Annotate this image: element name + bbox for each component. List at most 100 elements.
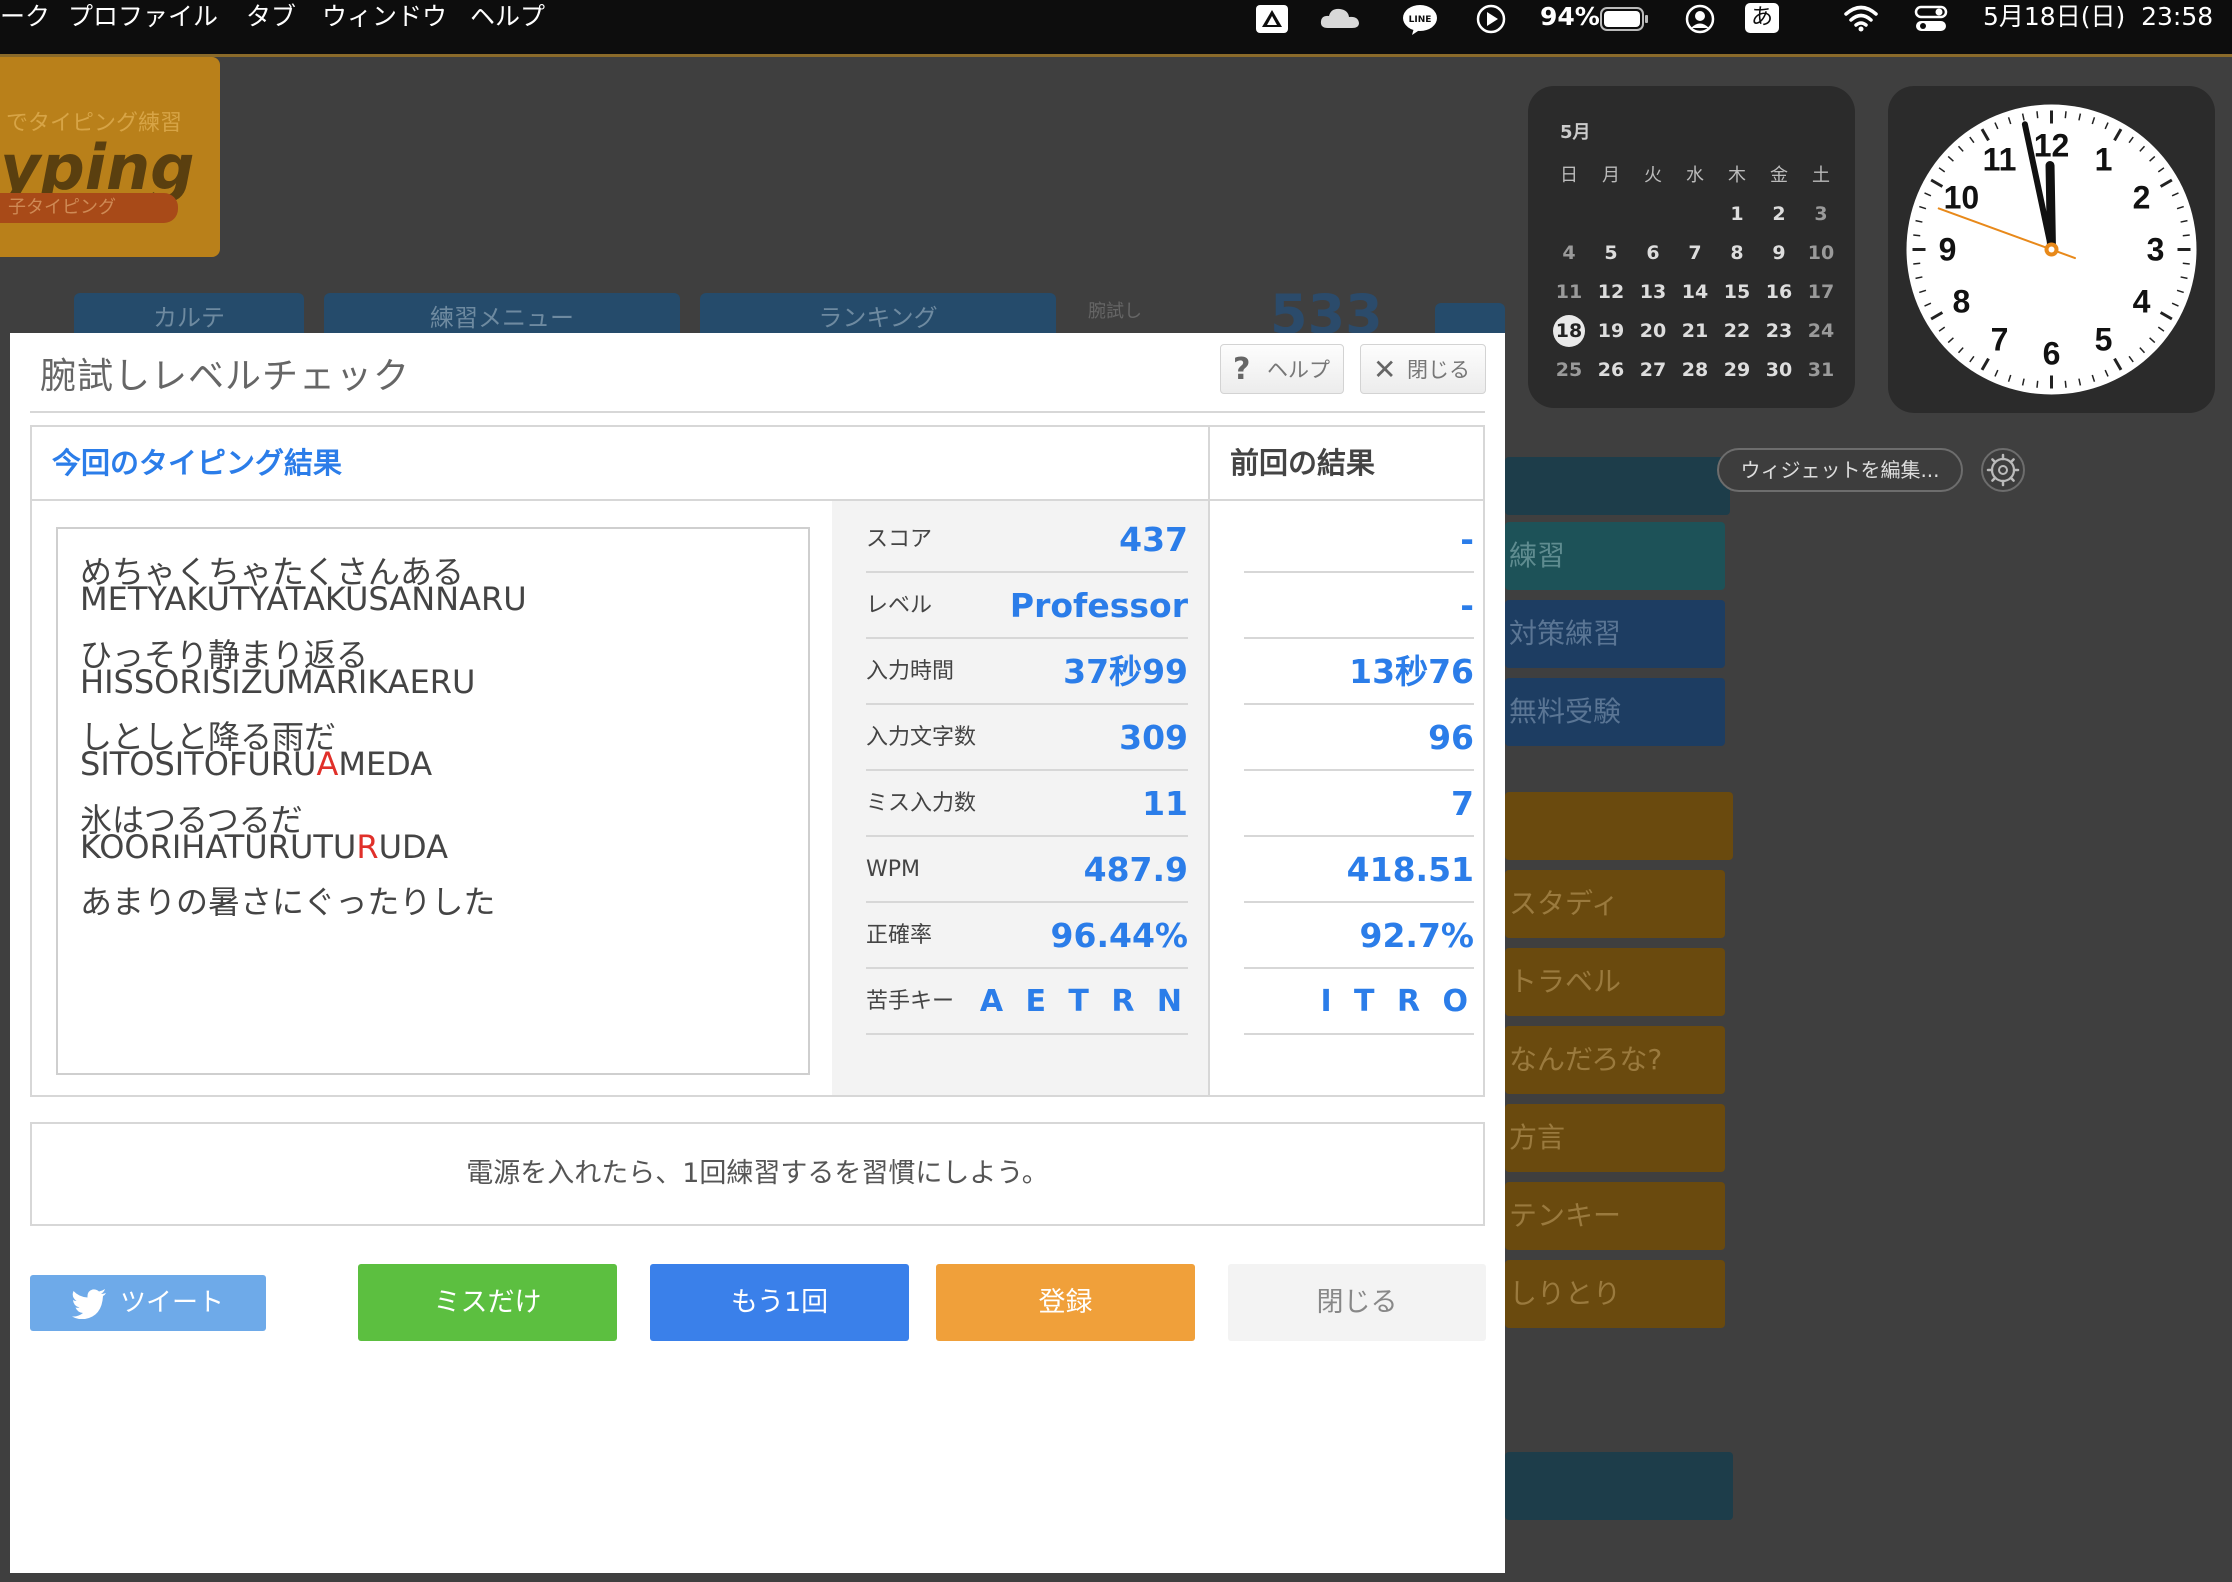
calendar-weeks: 1 2 3 4 5 6 7 8 9 10 11 12 13 14 15 16 17 18 19 20 21 22 23 24 2… (1548, 195, 1842, 390)
stat-underline (866, 1033, 1188, 1035)
battery-percent: 94% (1540, 2, 1600, 31)
clock-numeral: 5 (2095, 322, 2113, 358)
side-item-free-exam: 無料受験 (1505, 678, 1725, 746)
line-icon[interactable]: LINE (1402, 4, 1438, 36)
clock-widget[interactable]: 12 1 2 3 4 5 6 7 8 9 10 11 (1888, 86, 2215, 413)
calendar-day-number: 11 (1555, 281, 1583, 303)
calendar-day-number: 20 (1639, 320, 1667, 342)
clock-numeral: 1 (2095, 141, 2113, 177)
twitter-bird-icon (72, 1289, 106, 1319)
stat-value-current: A E T R N (979, 984, 1188, 1019)
side-item-dialect: 方言 (1505, 1104, 1725, 1172)
analog-clock-face: 12 12 3 45678 9 1011 (1906, 104, 2197, 395)
retry-button[interactable]: もう1回 (650, 1264, 909, 1341)
stat-label: 入力時間 (866, 659, 955, 684)
calendar-day-number: 21 (1681, 320, 1709, 342)
tweet-button-label: ツイート (120, 1288, 225, 1318)
calendar-day: 5 (1590, 234, 1632, 273)
romaji-miss-char: A (316, 745, 339, 783)
drive-icon[interactable] (1255, 4, 1289, 34)
side-item-nandarona: なんだろな? (1505, 1026, 1725, 1094)
menu-item-window[interactable]: ウィンドウ (322, 0, 447, 54)
stat-value-current: 309 (1119, 718, 1188, 757)
calendar-empty-cell (1674, 195, 1716, 234)
calendar-day-number: 2 (1772, 203, 1786, 225)
stat-row-current: ミス入力数 11 (866, 771, 1188, 837)
stat-value-current: Professor (1009, 586, 1188, 625)
side-header-block (1505, 457, 1730, 515)
typed-line-romaji: SITOSITOFURUAMEDA (80, 745, 432, 783)
stat-row-current: WPM 487.9 (866, 837, 1188, 903)
current-results-heading: 今回のタイピング結果 (52, 446, 343, 480)
calendar-day: 19 (1590, 312, 1632, 351)
menu-item-tab[interactable]: タブ (246, 0, 296, 54)
widget-settings-button[interactable] (1981, 448, 2025, 492)
typed-line-romaji: METYAKUTYATAKUSANNARU (80, 580, 527, 618)
control-center-icon[interactable] (1914, 4, 1948, 34)
results-column-divider (1208, 427, 1210, 1095)
side-item-exam-practice: 対策練習 (1505, 600, 1725, 668)
side-item-shiritori: しりとり (1505, 1260, 1725, 1328)
play-icon[interactable] (1476, 4, 1506, 34)
calendar-day: 13 (1632, 273, 1674, 312)
ime-icon[interactable]: あ (1745, 3, 1779, 33)
calendar-day: 3 (1800, 195, 1842, 234)
stat-underline (1244, 1033, 1474, 1035)
stat-label: レベル (866, 593, 933, 618)
menu-item-profile[interactable]: プロファイル (68, 0, 218, 54)
stat-row-previous: 96 (1244, 705, 1474, 771)
register-button[interactable]: 登録 (936, 1264, 1195, 1341)
weekday-thu: 木 (1728, 165, 1746, 186)
clock-numeral: 9 (1939, 232, 1957, 268)
menubar-clock[interactable]: 5月18日(日) 23:58 (1983, 0, 2213, 34)
calendar-day: 10 (1800, 234, 1842, 273)
results-panel: 今回のタイピング結果 前回の結果 めちゃくちゃたくさんある METYAKUTYAT… (30, 425, 1485, 1097)
calendar-widget[interactable]: 5月 日 月 火 水 木 金 土 1 2 3 4 5 6 7 8 9 10 11 12 13 14 15 16… (1528, 86, 1855, 408)
menu-item-bookmarks[interactable]: ーク (0, 0, 50, 54)
question-icon: ? (1233, 352, 1251, 387)
user-icon[interactable] (1685, 4, 1715, 34)
stat-value-previous: I T R O (1320, 984, 1474, 1019)
calendar-week-row: 11 12 13 14 15 16 17 (1548, 273, 1842, 312)
cloud-icon[interactable] (1318, 4, 1362, 32)
clock-minute-tick (1913, 262, 1921, 265)
calendar-day-number: 28 (1681, 359, 1709, 381)
stat-label: 入力文字数 (866, 725, 977, 750)
side-item-travel: トラベル (1505, 948, 1725, 1016)
calendar-day: 8 (1716, 234, 1758, 273)
miss-only-button[interactable]: ミスだけ (358, 1264, 617, 1341)
romaji-miss-char: R (356, 827, 379, 866)
calendar-day-number: 14 (1681, 281, 1709, 303)
calendar-day-number: 19 (1597, 320, 1625, 342)
calendar-day: 14 (1674, 273, 1716, 312)
weekday-sat: 土 (1812, 165, 1830, 186)
battery-icon[interactable] (1600, 7, 1650, 31)
wifi-icon[interactable] (1843, 4, 1879, 32)
calendar-day-number: 6 (1646, 242, 1660, 264)
calendar-month: 5月 (1560, 122, 1591, 143)
calendar-day: 11 (1548, 273, 1590, 312)
help-button[interactable]: ? ヘルプ (1220, 344, 1344, 394)
edit-widgets-button[interactable]: ウィジェットを編集... (1717, 448, 1963, 492)
stat-row-current: スコア 437 (866, 507, 1188, 573)
clock-numeral: 12 (2034, 128, 2070, 164)
clock-numeral: 4 (2133, 284, 2151, 320)
calendar-day-number: 24 (1807, 320, 1835, 342)
stat-label: 苦手キー (866, 989, 955, 1014)
clock-center-dot (2048, 246, 2055, 253)
menu-item-help[interactable]: ヘルプ (470, 0, 545, 54)
calendar-day: 4 (1548, 234, 1590, 273)
tip-message: 電源を入れたら、1回練習するを習慣にしよう。 (30, 1122, 1485, 1226)
typed-line-japanese: あまりの暑さにぐったりした (80, 883, 496, 921)
tweet-button[interactable]: ツイート (30, 1275, 266, 1331)
calendar-day-number: 25 (1555, 359, 1583, 381)
calendar-day: 31 (1800, 351, 1842, 390)
stat-row-previous: 418.51 (1244, 837, 1474, 903)
clock-numeral: 6 (2043, 336, 2061, 372)
dialog-title: 腕試しレベルチェック (40, 356, 411, 397)
close-button[interactable]: 閉じる (1228, 1264, 1486, 1341)
header-close-button[interactable]: ✕ 閉じる (1360, 344, 1486, 394)
menu-bar: ーク プロファイル タブ ウィンドウ ヘルプ LINE 94% あ 5月18日(… (0, 0, 2232, 57)
calendar-day: 6 (1632, 234, 1674, 273)
typed-text-box[interactable]: めちゃくちゃたくさんある METYAKUTYATAKUSANNARU ひっそり静まり… (56, 527, 810, 1075)
